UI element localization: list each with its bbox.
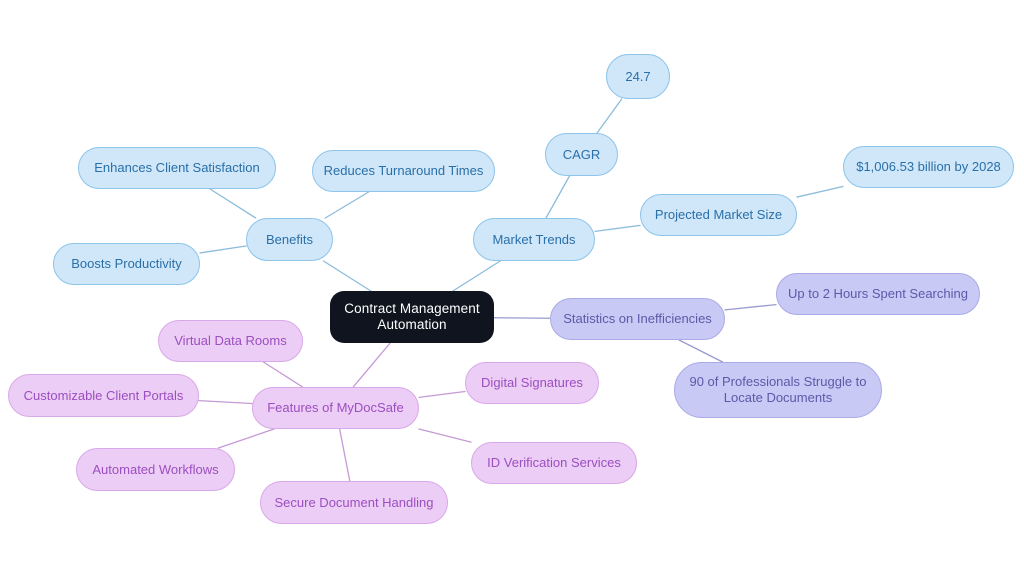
mindmap-edge [596,98,623,134]
mindmap-edge [724,303,777,311]
mindmap-node-label: Digital Signatures [481,375,583,391]
mindmap-node-label: 24.7 [625,68,651,84]
mindmap-node-label: Projected Market Size [654,207,783,223]
mindmap-node-automated-workflows[interactable]: Automated Workflows [76,448,235,491]
mindmap-edge [199,245,247,254]
mindmap-node-label: $1,006.53 billion by 2028 [856,159,1001,175]
mindmap-edge [594,224,641,233]
mindmap-edge [545,175,571,219]
mindmap-node-label: Benefits [266,231,313,247]
mindmap-edge [324,191,370,219]
mindmap-node-projected-market-value[interactable]: $1,006.53 billion by 2028 [843,146,1014,188]
mindmap-edge [352,342,391,388]
mindmap-node-features-of-mydocsafe[interactable]: Features of MyDocSafe [252,387,419,429]
mindmap-node-statistics-on-inefficiencies[interactable]: Statistics on Inefficiencies [550,298,725,340]
mindmap-edge [418,428,472,443]
mindmap-node-benefits[interactable]: Benefits [246,218,333,261]
mindmap-node-label: Secure Document Handling [274,494,434,510]
mindmap-node-label: Enhances Client Satisfaction [94,160,260,176]
mindmap-node-label: Reduces Turnaround Times [323,163,484,179]
mindmap-node-hours-spent-searching[interactable]: Up to 2 Hours Spent Searching [776,273,980,315]
mindmap-node-label: CAGR [562,146,601,162]
mindmap-node-id-verification-services[interactable]: ID Verification Services [471,442,637,484]
mindmap-edge [452,260,501,292]
mindmap-node-label: Automated Workflows [92,461,219,477]
mindmap-node-root[interactable]: Contract Management Automation [330,291,494,343]
mindmap-node-enhances-client-satisfaction[interactable]: Enhances Client Satisfaction [78,147,276,189]
mindmap-node-label: Virtual Data Rooms [174,333,287,349]
mindmap-node-label: Contract Management Automation [344,300,480,332]
mindmap-edge [322,260,372,292]
mindmap-edge [209,188,257,219]
mindmap-node-label: Up to 2 Hours Spent Searching [788,286,968,302]
mindmap-node-secure-document-handling[interactable]: Secure Document Handling [260,481,448,524]
mindmap-canvas: Contract Management Automation Benefits En… [0,0,1024,578]
mindmap-edge [338,428,351,482]
mindmap-node-cagr[interactable]: CAGR [545,133,618,176]
mindmap-node-label: Statistics on Inefficiencies [563,311,712,327]
mindmap-edge [198,399,253,405]
mindmap-node-label: 90 of Professionals Struggle to Locate D… [689,374,867,405]
mindmap-edge [217,428,275,449]
mindmap-node-professionals-struggle[interactable]: 90 of Professionals Struggle to Locate D… [674,362,882,418]
mindmap-edge [796,185,844,198]
mindmap-node-reduces-turnaround-times[interactable]: Reduces Turnaround Times [312,150,495,192]
mindmap-node-market-trends[interactable]: Market Trends [473,218,595,261]
mindmap-edge [678,339,724,363]
mindmap-edge [418,390,466,399]
mindmap-edge [262,361,304,388]
mindmap-node-customizable-client-portals[interactable]: Customizable Client Portals [8,374,199,417]
mindmap-node-digital-signatures[interactable]: Digital Signatures [465,362,599,404]
mindmap-node-label: Features of MyDocSafe [267,400,404,416]
mindmap-node-label: ID Verification Services [487,455,621,471]
mindmap-node-virtual-data-rooms[interactable]: Virtual Data Rooms [158,320,303,362]
mindmap-node-label: Customizable Client Portals [23,387,184,403]
mindmap-node-projected-market-size[interactable]: Projected Market Size [640,194,797,236]
mindmap-node-label: Boosts Productivity [71,256,182,272]
mindmap-node-label: Market Trends [492,231,576,247]
mindmap-node-boosts-productivity[interactable]: Boosts Productivity [53,243,200,285]
mindmap-node-cagr-value[interactable]: 24.7 [606,54,670,99]
